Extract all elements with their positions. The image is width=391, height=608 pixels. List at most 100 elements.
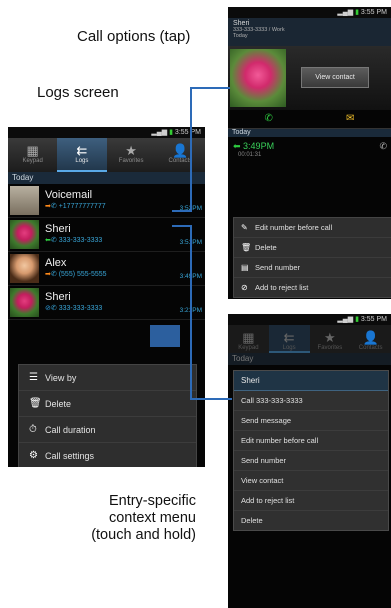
- send-number-icon: ▤: [241, 263, 249, 272]
- menu-item-edit-number[interactable]: ✎ Edit number before call: [234, 218, 391, 238]
- trash-icon: 🗑: [29, 398, 42, 409]
- menu-item-add-reject[interactable]: Add to reject list: [234, 491, 388, 511]
- call-time: 3:49PM: [243, 141, 275, 151]
- signal-icon: ▂▄▆: [337, 316, 354, 323]
- entry-name: Sheri: [45, 291, 71, 303]
- connector-line: [190, 87, 230, 89]
- incoming-call-icon: ⬅: [233, 141, 244, 151]
- context-menu: Sheri Call 333-333-3333 Send message Edi…: [233, 370, 389, 531]
- contact-icon: 👤: [362, 330, 379, 345]
- section-header: Today: [228, 129, 391, 137]
- menu-item-view-by[interactable]: ☰ View by: [19, 365, 196, 391]
- menu-label: Call duration: [45, 424, 96, 435]
- menu-item-edit-number[interactable]: Edit number before call: [234, 431, 388, 451]
- status-time: 3:55 PM: [360, 316, 387, 323]
- tab-bar: ▦ Keypad ⇇ Logs ★ Favorites 👤 Contacts: [228, 325, 391, 353]
- logs-icon: ⇇: [283, 330, 295, 345]
- tab-keypad[interactable]: ▦ Keypad: [228, 325, 269, 353]
- entry-name: Alex: [45, 257, 67, 269]
- avatar: [10, 288, 39, 317]
- avatar: [10, 186, 39, 215]
- tab-favorites[interactable]: ★ Favorites: [107, 138, 156, 172]
- section-header: Today: [228, 353, 391, 365]
- menu-label: Add to reject list: [255, 283, 309, 292]
- trash-icon: 🗑: [241, 243, 252, 252]
- status-time: 3:55 PM: [174, 129, 201, 136]
- menu-item-send-number[interactable]: Send number: [234, 451, 388, 471]
- context-caption-line: Entry-specific: [108, 493, 196, 509]
- status-bar: ▂▄▆ ▮ 3:55 PM: [228, 7, 391, 18]
- clock-icon: ⏱: [29, 424, 37, 435]
- list-item[interactable]: Sheri ⊘✆ 333-333-3333 3:21PM: [8, 286, 205, 320]
- pencil-icon: ✎: [241, 223, 248, 232]
- contact-subtext: Today: [233, 33, 248, 39]
- phone-icon: ✆: [50, 305, 57, 312]
- context-caption-line: context menu: [108, 510, 196, 526]
- menu-item-view-contact[interactable]: View contact: [234, 471, 388, 491]
- options-menu: ☰ View by 🗑 Delete ⏱ Call duration ⚙ Call se…: [18, 364, 197, 467]
- call-options-screen: ▂▄▆ ▮ 3:55 PM Sheri 333-333-3333 / Work …: [228, 7, 391, 299]
- connector-line: [190, 225, 192, 400]
- call-duration: 00:01:31: [238, 152, 262, 158]
- tab-keypad[interactable]: ▦ Keypad: [8, 138, 57, 172]
- contact-icon: 👤: [172, 143, 189, 158]
- tab-logs[interactable]: ⇇ Logs: [268, 325, 310, 353]
- list-icon: ☰: [29, 372, 38, 383]
- tab-label: Keypad: [22, 158, 43, 164]
- battery-icon: ▮: [169, 129, 173, 136]
- tab-label: Keypad: [238, 345, 259, 351]
- menu-label: Edit number before call: [255, 223, 333, 232]
- menu-item-delete[interactable]: 🗑 Delete: [19, 391, 196, 417]
- entry-name: Sheri: [45, 223, 71, 235]
- tab-contacts[interactable]: 👤 Contacts: [350, 325, 391, 353]
- context-menu-screen: ▂▄▆ ▮ 3:55 PM ▦ Keypad ⇇ Logs ★ Favorites 👤…: [228, 314, 391, 608]
- menu-item-call-duration[interactable]: ⏱ Call duration: [19, 417, 196, 443]
- status-bar: ▂▄▆ ▮ 3:55 PM: [8, 127, 205, 138]
- star-icon: ★: [125, 143, 137, 158]
- tab-contacts[interactable]: 👤 Contacts: [156, 138, 205, 172]
- message-icon[interactable]: ✉: [310, 110, 391, 128]
- tab-logs[interactable]: ⇇ Logs: [57, 138, 107, 172]
- menu-item-delete[interactable]: Delete: [234, 511, 388, 530]
- list-item[interactable]: Sheri ⬅✆ 333-333-3333 3:51PM: [8, 218, 205, 252]
- menu-item-call-settings[interactable]: ⚙ Call settings: [19, 443, 196, 467]
- menu-item-send-message[interactable]: Send message: [234, 411, 388, 431]
- entry-number: +17777777777: [58, 203, 106, 210]
- call-icon[interactable]: ✆: [228, 110, 310, 128]
- menu-label: Send number: [255, 263, 301, 272]
- tab-label: Contacts: [358, 345, 383, 351]
- battery-icon: ▮: [355, 316, 359, 323]
- connector-line: [172, 225, 192, 227]
- entry-number: 333-333-3333: [58, 237, 103, 244]
- list-item[interactable]: Voicemail ➡✆ +17777777777 3:52PM: [8, 184, 205, 218]
- menu-label: View by: [45, 372, 77, 383]
- entry-number: (555) 555-5555: [58, 271, 107, 278]
- tab-label: Contacts: [168, 158, 193, 164]
- menu-item-send-number[interactable]: ▤ Send number: [234, 258, 391, 278]
- phone-icon: ✆: [50, 237, 57, 244]
- phone-icon: ✆: [50, 271, 57, 278]
- call-options-menu: ✎ Edit number before call 🗑 Delete ▤ Send n…: [233, 217, 391, 298]
- signal-icon: ▂▄▆: [337, 9, 354, 16]
- avatar: [10, 220, 39, 249]
- phone-icon: ✆: [379, 141, 387, 151]
- tab-label: Favorites: [317, 345, 343, 351]
- menu-item-delete[interactable]: 🗑 Delete: [234, 238, 391, 258]
- contact-name: Sheri: [233, 20, 250, 27]
- callout-marker: [150, 325, 180, 347]
- gear-icon: ⚙: [29, 450, 38, 461]
- call-options-caption: Call options (tap): [77, 28, 191, 45]
- battery-icon: ▮: [355, 9, 359, 16]
- context-menu-caption: Entry-specific context menu (touch and h…: [72, 493, 196, 544]
- menu-item-add-reject[interactable]: ⊘ Add to reject list: [234, 278, 391, 297]
- view-contact-button[interactable]: View contact: [301, 67, 369, 88]
- menu-label: Delete: [255, 243, 277, 252]
- tab-label: Favorites: [118, 158, 144, 164]
- list-item[interactable]: Alex ➡✆ (555) 555-5555 3:49PM: [8, 252, 205, 286]
- context-menu-title: Sheri: [234, 371, 388, 391]
- tab-favorites[interactable]: ★ Favorites: [310, 325, 351, 353]
- menu-item-call[interactable]: Call 333-333-3333: [234, 391, 388, 411]
- action-bar: ✆ ✉: [228, 110, 391, 129]
- reject-list-icon: ⊘: [241, 283, 248, 292]
- contact-header: Sheri 333-333-3333 / Work Today: [228, 18, 391, 46]
